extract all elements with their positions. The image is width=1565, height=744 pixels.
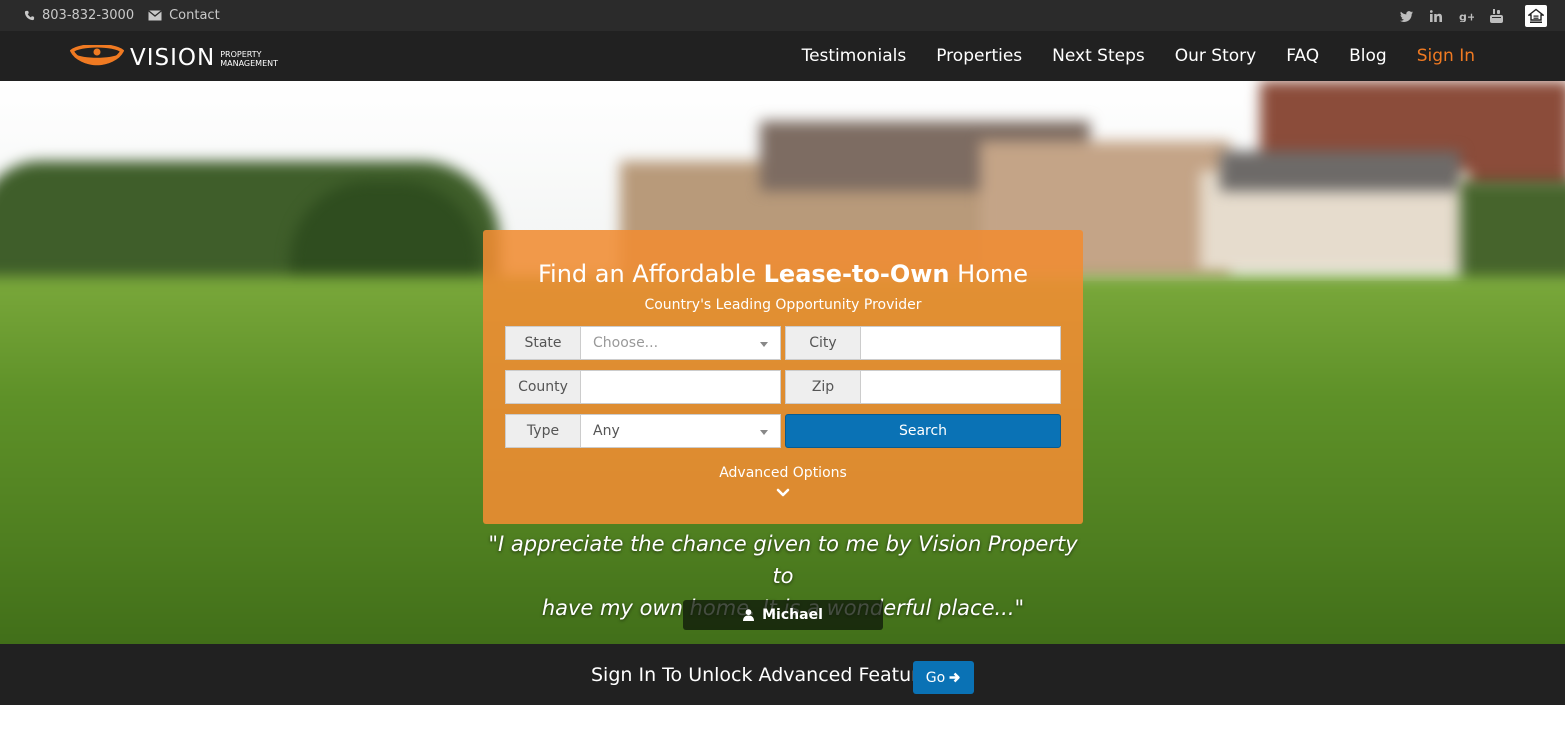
- nav-properties[interactable]: Properties: [936, 46, 1022, 66]
- testimonial-line1: "I appreciate the chance given to me by …: [488, 532, 1078, 588]
- state-select-value: Choose...: [593, 335, 659, 351]
- chevron-down-icon[interactable]: [776, 488, 790, 498]
- nav-blog[interactable]: Blog: [1349, 46, 1387, 66]
- main-navbar: VISION PROPERTY MANAGEMENT Testimonials …: [0, 31, 1565, 81]
- search-tagline: Country's Leading Opportunity Provider: [644, 297, 922, 313]
- sign-in-message: Sign In To Unlock Advanced Features: [591, 664, 941, 686]
- state-select[interactable]: Choose...: [580, 326, 781, 360]
- youtube-icon: [1489, 9, 1503, 23]
- nav-our-story[interactable]: Our Story: [1175, 46, 1256, 66]
- search-title: Find an Affordable Lease-to-Own Home: [537, 260, 1029, 288]
- hero-section: Find an Affordable Lease-to-Own Home Cou…: [0, 81, 1565, 644]
- search-button[interactable]: Search: [785, 414, 1061, 448]
- county-row: County: [505, 370, 781, 404]
- zip-label: Zip: [785, 370, 860, 404]
- chevron-down-icon: [760, 430, 768, 435]
- hero-roof-right: [1220, 151, 1460, 191]
- sign-in-banner: Sign In To Unlock Advanced Features Go: [0, 644, 1565, 705]
- twitter-icon: [1399, 10, 1413, 22]
- linkedin-icon: [1430, 10, 1442, 22]
- testimonial-author: Michael: [683, 600, 883, 630]
- eye-logo-icon: [70, 45, 124, 66]
- google-plus-link[interactable]: g+: [1451, 4, 1481, 28]
- type-row: Type Any: [505, 414, 781, 448]
- nav-faq[interactable]: FAQ: [1286, 46, 1319, 66]
- twitter-link[interactable]: [1391, 4, 1421, 28]
- brand-sub-line1: PROPERTY: [220, 50, 262, 59]
- brand-name: VISION: [130, 45, 216, 71]
- phone-number: 803-832-3000: [42, 8, 135, 23]
- chevron-down-icon: [760, 342, 768, 347]
- nav-next-steps[interactable]: Next Steps: [1052, 46, 1145, 66]
- arrow-right-icon: [949, 672, 960, 683]
- phone-icon: [24, 10, 35, 21]
- nav-sign-in[interactable]: Sign In: [1417, 46, 1475, 66]
- brand-sub-line2: MANAGEMENT: [220, 59, 278, 68]
- type-label: Type: [505, 414, 580, 448]
- equal-housing-badge[interactable]: [1525, 5, 1547, 27]
- type-select[interactable]: Any: [580, 414, 781, 448]
- hero-trees-right: [1460, 181, 1565, 291]
- go-button[interactable]: Go: [913, 661, 974, 694]
- go-label: Go: [925, 669, 946, 686]
- advanced-options-link[interactable]: Advanced Options: [483, 465, 1083, 481]
- zip-row: Zip: [785, 370, 1061, 404]
- google-plus-icon: g+: [1459, 11, 1474, 23]
- contact-link[interactable]: Contact: [148, 8, 220, 23]
- user-icon: [743, 609, 755, 621]
- author-name: Michael: [762, 607, 823, 623]
- city-input[interactable]: [860, 326, 1061, 360]
- search-panel: Find an Affordable Lease-to-Own Home Cou…: [483, 230, 1083, 524]
- county-label: County: [505, 370, 580, 404]
- city-label: City: [785, 326, 860, 360]
- state-row: State Choose...: [505, 326, 781, 360]
- contact-label: Contact: [169, 8, 220, 23]
- phone-link[interactable]: 803-832-3000: [24, 8, 134, 23]
- top-utility-bar: 803-832-3000 Contact g+: [0, 0, 1565, 31]
- county-input[interactable]: [580, 370, 781, 404]
- city-row: City: [785, 326, 1061, 360]
- state-label: State: [505, 326, 580, 360]
- nav-testimonials[interactable]: Testimonials: [802, 46, 907, 66]
- youtube-link[interactable]: [1481, 4, 1511, 28]
- svg-text:g+: g+: [1459, 11, 1474, 23]
- zip-input[interactable]: [860, 370, 1061, 404]
- type-select-value: Any: [593, 423, 620, 439]
- linkedin-link[interactable]: [1421, 4, 1451, 28]
- brand-subtitle: PROPERTY MANAGEMENT: [220, 50, 278, 68]
- primary-nav: Testimonials Properties Next Steps Our S…: [772, 46, 1475, 66]
- vision-logo[interactable]: VISION PROPERTY MANAGEMENT: [70, 45, 278, 71]
- envelope-icon: [148, 10, 162, 21]
- equal-housing-icon: [1528, 8, 1544, 23]
